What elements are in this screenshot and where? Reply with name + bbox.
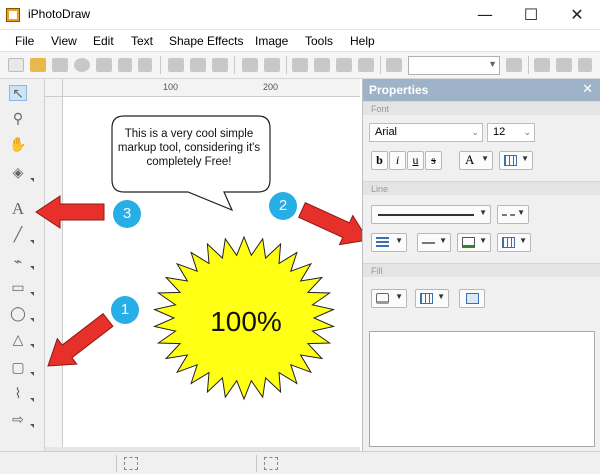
status-bar xyxy=(0,451,600,474)
position-icon xyxy=(124,457,138,470)
red-arrow-3 xyxy=(35,195,105,229)
preview-box xyxy=(369,331,595,447)
arrowhead-button[interactable]: ▼ xyxy=(417,233,451,252)
chevron-down-icon: ▼ xyxy=(395,236,403,245)
badge-1: 1 xyxy=(111,296,139,324)
line-color-button[interactable]: ▼ xyxy=(457,233,491,252)
section-font: Font xyxy=(363,101,600,115)
chevron-down-icon: ▼ xyxy=(439,236,447,245)
arrowhead-icon xyxy=(422,242,435,244)
font-name-select[interactable]: Arial ⌄ xyxy=(369,123,483,142)
close-icon[interactable]: ✕ xyxy=(582,82,593,97)
line-dash-select[interactable]: ▼ xyxy=(497,205,529,224)
strikethrough-button[interactable]: s xyxy=(425,151,442,170)
section-fill: Fill xyxy=(363,263,600,277)
fill-image-button[interactable] xyxy=(459,289,485,308)
properties-title: Properties xyxy=(369,83,429,97)
properties-panel: Properties ✕ Font Arial ⌄ 12 ⌄ b i u s A… xyxy=(362,79,600,451)
section-line: Line xyxy=(363,181,600,195)
pencil-icon xyxy=(462,237,475,248)
fill-pattern-button[interactable]: ▼ xyxy=(415,289,449,308)
size-icon xyxy=(264,457,278,470)
table-icon xyxy=(502,237,515,248)
burst-text: 100% xyxy=(210,306,282,337)
italic-button[interactable]: i xyxy=(389,151,406,170)
dash-icon xyxy=(502,214,515,216)
image-icon xyxy=(466,293,479,304)
badge-3: 3 xyxy=(113,200,141,228)
properties-header: Properties ✕ xyxy=(363,79,600,101)
line-style-select[interactable]: ▼ xyxy=(371,205,491,224)
red-arrow-1 xyxy=(47,313,114,367)
font-name-value: Arial xyxy=(375,126,398,138)
chevron-down-icon: ▼ xyxy=(519,236,527,245)
table-icon xyxy=(504,155,517,166)
chevron-down-icon: ▼ xyxy=(437,292,445,301)
text-align-button[interactable]: ▼ xyxy=(499,151,533,170)
paint-bucket-icon xyxy=(376,293,389,304)
text-color-button[interactable]: A ▼ xyxy=(459,151,493,170)
callout-text: This is a very cool simple markup tool, … xyxy=(117,128,261,168)
text-color-icon: A xyxy=(465,152,475,167)
line-preview xyxy=(378,214,474,216)
chevron-down-icon: ▼ xyxy=(481,154,489,163)
chevron-down-icon: ▼ xyxy=(479,208,487,217)
fill-color-button[interactable]: ▼ xyxy=(371,289,407,308)
red-arrow-2 xyxy=(298,202,369,246)
underline-button[interactable]: u xyxy=(407,151,424,170)
font-size-value: 12 xyxy=(493,126,506,138)
line-weight-button[interactable]: ▼ xyxy=(371,233,407,252)
chevron-down-icon: ▼ xyxy=(479,236,487,245)
badge-2: 2 xyxy=(269,192,297,220)
chevron-down-icon: ▼ xyxy=(521,154,529,163)
table-icon xyxy=(420,293,433,304)
line-weight-icon xyxy=(376,237,389,248)
chevron-down-icon: ▼ xyxy=(517,208,525,217)
chevron-down-icon: ⌄ xyxy=(471,127,479,137)
bold-button[interactable]: b xyxy=(371,151,388,170)
chevron-down-icon: ▼ xyxy=(395,292,403,301)
font-size-select[interactable]: 12 ⌄ xyxy=(487,123,535,142)
chevron-down-icon: ⌄ xyxy=(523,127,531,137)
line-grid-button[interactable]: ▼ xyxy=(497,233,531,252)
